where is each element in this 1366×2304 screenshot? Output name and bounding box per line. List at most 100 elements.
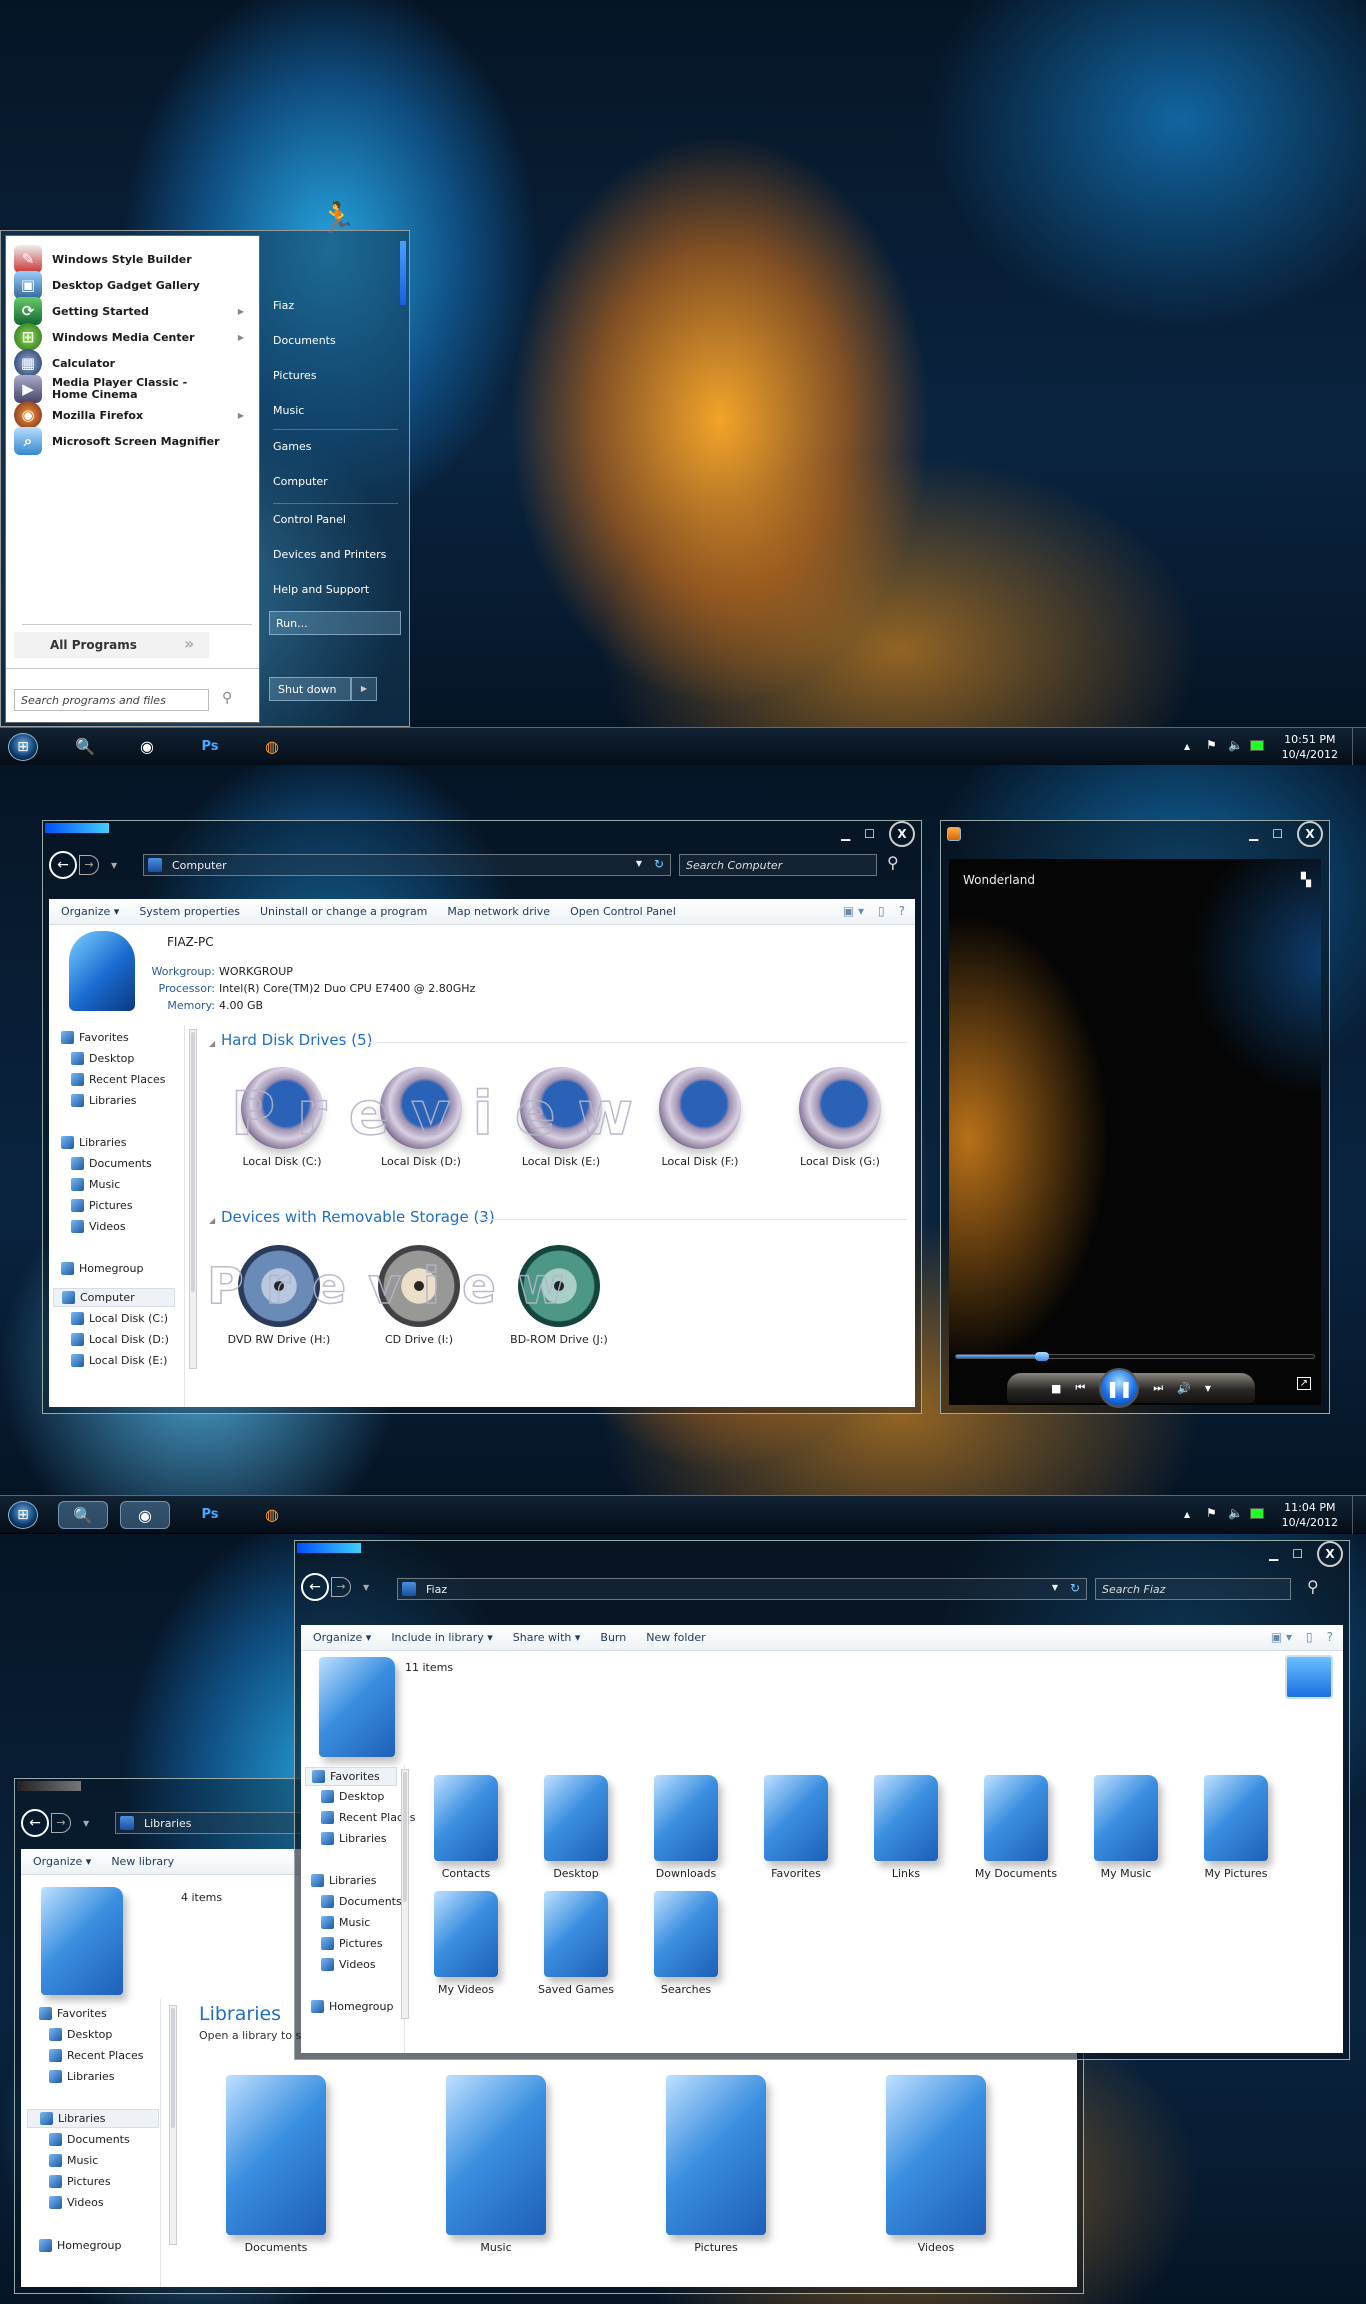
change-view-icon[interactable]: ▣ ▾: [843, 904, 864, 918]
folder-item-my-documents[interactable]: My Documents: [966, 1775, 1066, 1880]
nav-libraries-fav[interactable]: Libraries: [49, 2070, 115, 2083]
breadcrumb[interactable]: Fiaz: [426, 1583, 447, 1596]
start-link-pictures[interactable]: Pictures: [273, 369, 317, 382]
drive-local-disk-e[interactable]: Local Disk (E:): [506, 1067, 616, 1168]
drive-local-disk-f[interactable]: Local Disk (F:): [645, 1067, 755, 1168]
folder-item-my-pictures[interactable]: My Pictures: [1186, 1775, 1286, 1880]
nav-pictures[interactable]: Pictures: [49, 2175, 111, 2188]
nav-recent-places[interactable]: Recent Places: [71, 1073, 166, 1086]
start-link-music[interactable]: Music: [273, 404, 304, 417]
nav-local-disk-d[interactable]: Local Disk (D:): [71, 1333, 169, 1346]
start-link-documents[interactable]: Documents: [273, 334, 336, 347]
back-button[interactable]: ←: [21, 1809, 49, 1837]
nav-favorites[interactable]: Favorites: [61, 1031, 129, 1044]
search-icon[interactable]: ⚲: [222, 690, 232, 706]
cmd-new-folder[interactable]: New folder: [646, 1631, 705, 1644]
collapse-group-icon[interactable]: ◢: [209, 1216, 215, 1225]
close-button[interactable]: X: [1317, 1541, 1343, 1567]
cmd-open-control-panel[interactable]: Open Control Panel: [570, 905, 676, 918]
nav-homegroup[interactable]: Homegroup: [61, 1262, 143, 1275]
library-music[interactable]: Music: [431, 2075, 561, 2254]
nav-libraries[interactable]: Libraries: [61, 1136, 127, 1149]
all-programs-button[interactable]: All Programs »: [14, 632, 209, 658]
folder-item-contacts[interactable]: Contacts: [416, 1775, 516, 1880]
maximize-button[interactable]: ☐: [864, 827, 875, 841]
minimize-button[interactable]: ▁: [841, 827, 850, 841]
address-bar[interactable]: Computer ▼ ↻: [143, 854, 671, 876]
nav-local-disk-e[interactable]: Local Disk (E:): [71, 1354, 167, 1367]
help-icon[interactable]: ?: [899, 904, 905, 918]
nav-favorites[interactable]: Favorites: [39, 2007, 107, 2020]
folder-item-favorites[interactable]: Favorites: [746, 1775, 846, 1880]
taskbar-firefox-icon[interactable]: ◍: [257, 1501, 287, 1529]
taskbar-firefox-icon[interactable]: ◍: [257, 733, 287, 761]
taskbar-media-player-icon[interactable]: ◉: [132, 733, 162, 761]
cmd-share-with[interactable]: Share with ▾: [513, 1631, 581, 1644]
show-desktop-button[interactable]: [1352, 1496, 1366, 1534]
forward-button[interactable]: →: [331, 1577, 351, 1597]
drive-local-disk-d[interactable]: Local Disk (D:): [366, 1067, 476, 1168]
folder-item-desktop[interactable]: Desktop: [526, 1775, 626, 1880]
volume-dropdown-icon[interactable]: ▼: [1205, 1384, 1211, 1393]
group-hard-disk-drives[interactable]: Hard Disk Drives (5): [221, 1031, 372, 1049]
group-removable-storage[interactable]: Devices with Removable Storage (3): [221, 1208, 495, 1226]
start-link-help-support[interactable]: Help and Support: [273, 583, 369, 596]
refresh-icon[interactable]: ↻: [654, 857, 664, 871]
forward-button[interactable]: →: [51, 1813, 71, 1833]
address-dropdown-icon[interactable]: ▼: [636, 859, 642, 868]
nav-desktop[interactable]: Desktop: [321, 1790, 384, 1803]
drive-local-disk-c[interactable]: Local Disk (C:): [227, 1067, 337, 1168]
seek-handle[interactable]: [1034, 1352, 1049, 1361]
shutdown-options-arrow[interactable]: ▶: [351, 677, 377, 701]
nav-desktop[interactable]: Desktop: [49, 2028, 112, 2041]
library-documents[interactable]: Documents: [211, 2075, 341, 2254]
change-view-icon[interactable]: ▣ ▾: [1271, 1630, 1292, 1644]
search-input[interactable]: Search Computer: [679, 854, 877, 876]
nav-local-disk-c[interactable]: Local Disk (C:): [71, 1312, 168, 1325]
start-link-games[interactable]: Games: [273, 440, 311, 453]
address-bar[interactable]: Fiaz ▼ ↻: [397, 1578, 1087, 1600]
clock[interactable]: 11:04 PM 10/4/2012: [1282, 1500, 1338, 1530]
cmd-burn[interactable]: Burn: [600, 1631, 626, 1644]
maximize-button[interactable]: ☐: [1292, 1547, 1303, 1561]
nav-libraries-fav[interactable]: Libraries: [321, 1832, 387, 1845]
nav-documents[interactable]: Documents: [321, 1895, 402, 1908]
show-hidden-icons-icon[interactable]: ▲: [1184, 742, 1190, 751]
nav-music[interactable]: Music: [321, 1916, 370, 1929]
nav-libraries[interactable]: Libraries: [27, 2109, 159, 2128]
taskbar-explorer-icon[interactable]: 🔍: [58, 1501, 108, 1529]
search-icon[interactable]: ⚲: [887, 853, 899, 872]
nav-music[interactable]: Music: [49, 2154, 98, 2167]
nav-videos[interactable]: Videos: [49, 2196, 104, 2209]
maximize-button[interactable]: ☐: [1272, 827, 1283, 841]
network-icon[interactable]: [1250, 740, 1264, 751]
volume-icon[interactable]: 🔈: [1228, 1506, 1243, 1520]
cmd-map-network-drive[interactable]: Map network drive: [447, 905, 550, 918]
cmd-new-library[interactable]: New library: [111, 1855, 174, 1868]
show-desktop-button[interactable]: [1352, 728, 1366, 766]
cmd-organize[interactable]: Organize ▾: [33, 1855, 91, 1868]
minimize-button[interactable]: ▁: [1249, 827, 1258, 841]
scroll-thumb[interactable]: [403, 1772, 407, 1902]
start-button[interactable]: ⊞: [8, 733, 38, 761]
nav-scrollbar[interactable]: [189, 1029, 197, 1369]
pause-button[interactable]: ❚❚: [1099, 1368, 1140, 1408]
close-button[interactable]: X: [1297, 821, 1323, 847]
nav-pictures[interactable]: Pictures: [321, 1937, 383, 1950]
drive-local-disk-g[interactable]: Local Disk (G:): [785, 1067, 895, 1168]
folder-item-my-music[interactable]: My Music: [1076, 1775, 1176, 1880]
recent-pages-dropdown[interactable]: ▼: [363, 1583, 369, 1592]
search-input[interactable]: Search Fiaz: [1095, 1578, 1291, 1600]
seek-bar[interactable]: [955, 1352, 1315, 1361]
help-icon[interactable]: ?: [1327, 1630, 1333, 1644]
nav-documents[interactable]: Documents: [71, 1157, 152, 1170]
start-button[interactable]: ⊞: [8, 1501, 38, 1529]
drive-cd-i[interactable]: CD Drive (I:): [364, 1245, 474, 1346]
address-dropdown-icon[interactable]: ▼: [1052, 1583, 1058, 1592]
nav-scrollbar[interactable]: [169, 2005, 177, 2245]
folder-item-links[interactable]: Links: [856, 1775, 956, 1880]
taskbar-photoshop-icon[interactable]: Ps: [195, 1501, 225, 1529]
forward-button[interactable]: →: [79, 855, 99, 875]
preview-pane-icon[interactable]: ▯: [1306, 1630, 1313, 1644]
nav-music[interactable]: Music: [71, 1178, 120, 1191]
